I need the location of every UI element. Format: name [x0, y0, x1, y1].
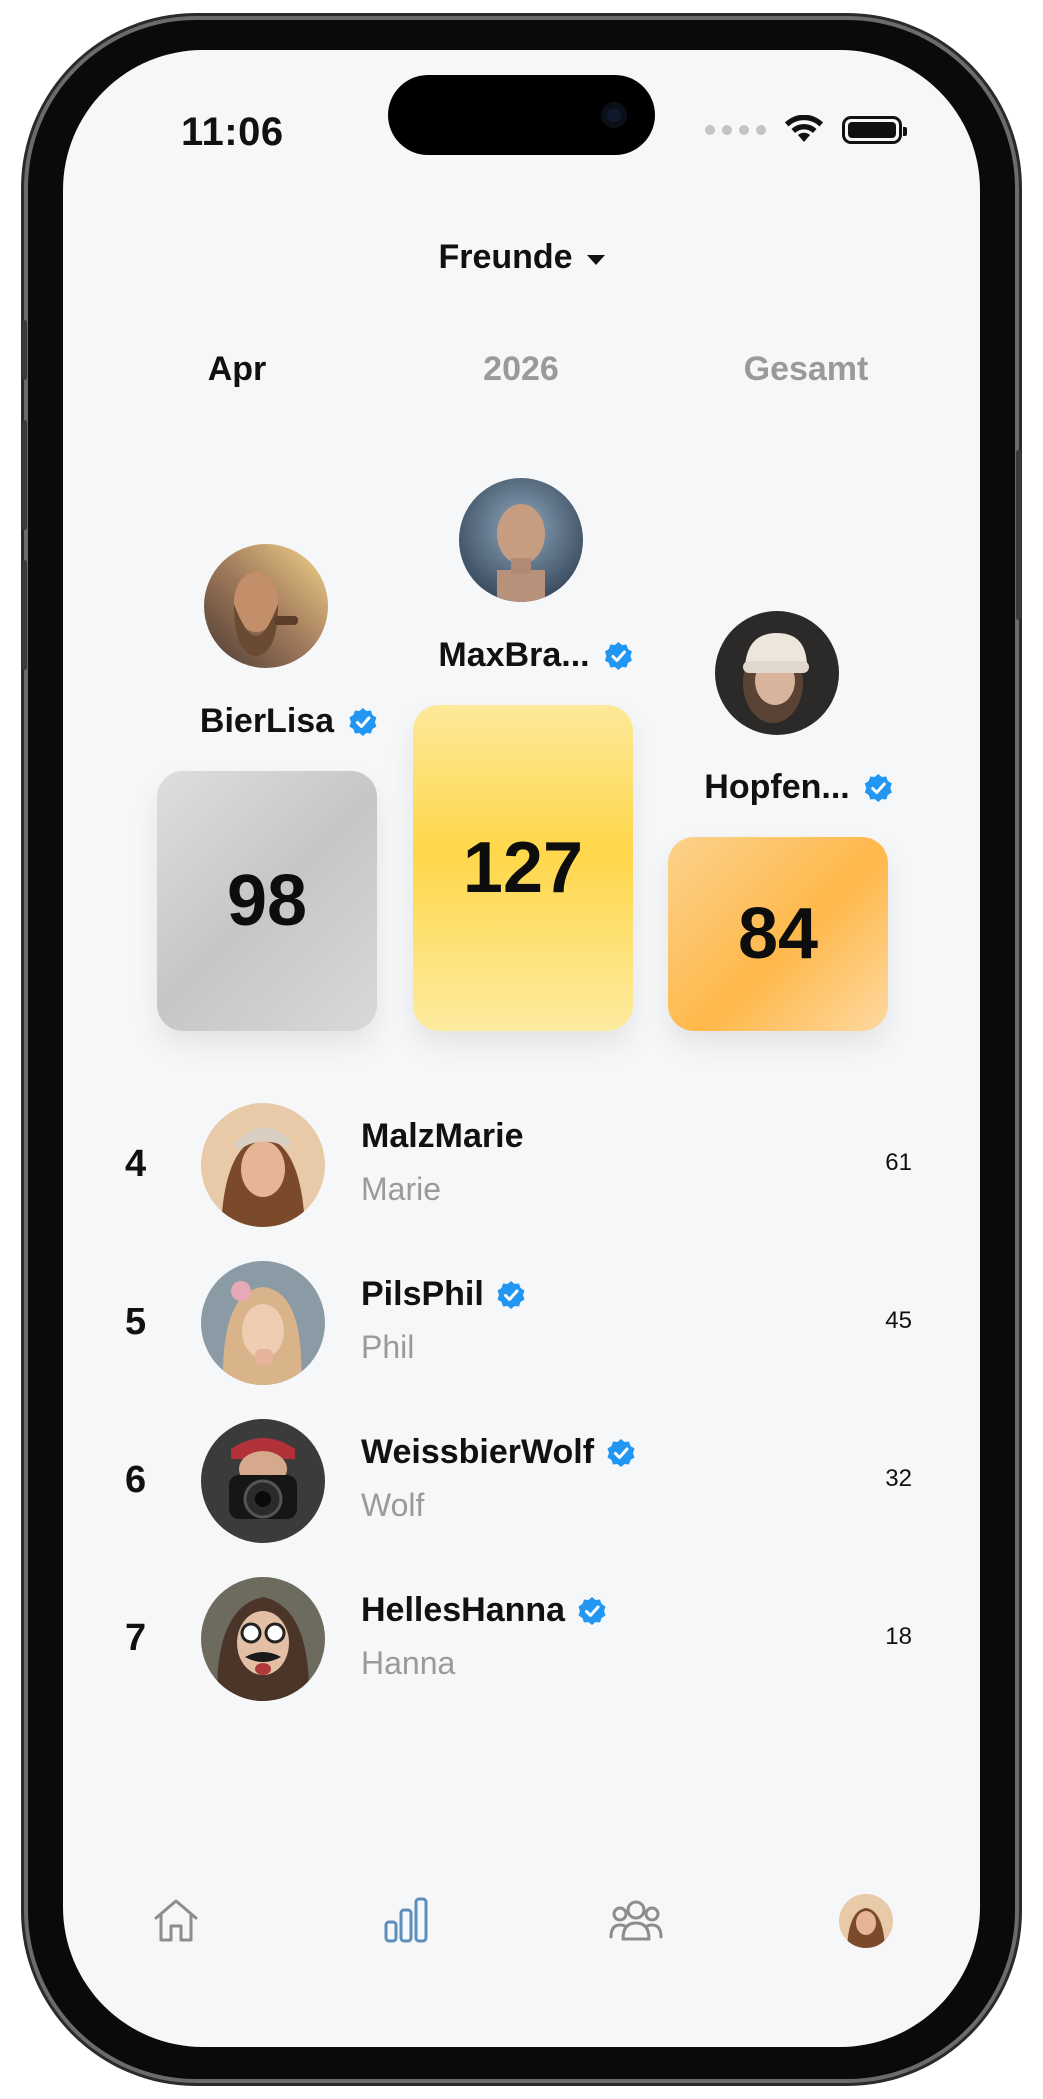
row-score: 45 [885, 1307, 912, 1334]
leaderboard-row[interactable]: 7 HellesHanna Hanna 18 [63, 1577, 980, 1707]
podium-first-username: MaxBra... [438, 636, 590, 674]
tab-friends[interactable] [606, 1890, 666, 1950]
volume-up-button [22, 420, 27, 530]
row-score: 61 [885, 1149, 912, 1176]
action-button [22, 320, 27, 380]
leaderboard-icon [384, 1897, 428, 1943]
battery-icon [842, 116, 907, 144]
row-real-name: Phil [361, 1329, 415, 1365]
tab-month[interactable]: Apr [208, 350, 267, 389]
row-real-name: Hanna [361, 1645, 456, 1681]
profile-avatar [839, 1894, 893, 1948]
row-rank: 6 [125, 1459, 147, 1501]
period-tabs: Apr 2026 Gesamt [63, 350, 980, 400]
wifi-icon [785, 115, 823, 142]
podium-third-name[interactable]: Hopfen... [704, 768, 893, 807]
row-username-text: WeissbierWolf [361, 1433, 595, 1471]
podium-second-score: 98 [226, 861, 308, 941]
signal-icon [705, 125, 766, 135]
app-screen: 11:06 Freunde Apr 2026 Gesamt MaxBra... [63, 50, 980, 2047]
status-indicators [705, 115, 907, 145]
row-rank: 7 [125, 1617, 147, 1659]
user-avatar [201, 1419, 325, 1543]
row-score: 18 [885, 1623, 912, 1650]
row-rank: 4 [125, 1143, 147, 1185]
row-real-name: Marie [361, 1171, 442, 1207]
podium-first-avatar[interactable] [459, 478, 583, 602]
friends-icon [609, 1900, 663, 1941]
status-time: 11:06 [181, 110, 284, 154]
user-avatar [201, 1103, 325, 1227]
volume-down-button [22, 560, 27, 670]
podium-second-username: BierLisa [199, 702, 335, 740]
podium-second-avatar[interactable] [204, 544, 328, 668]
row-username: PilsPhil [361, 1275, 526, 1314]
row-username: WeissbierWolf [361, 1433, 636, 1472]
user-avatar [201, 1577, 325, 1701]
verified-badge-icon [497, 1280, 525, 1309]
podium-first-name[interactable]: MaxBra... [438, 636, 633, 675]
podium-second-name[interactable]: BierLisa [200, 702, 378, 741]
tab-leaderboard[interactable] [376, 1890, 436, 1950]
row-score: 32 [885, 1465, 912, 1492]
home-icon [154, 1899, 198, 1942]
podium-first-block: 127 [413, 705, 633, 1031]
group-selector[interactable]: Freunde [63, 238, 980, 277]
row-username: HellesHanna [361, 1591, 607, 1630]
podium-first-score: 127 [462, 828, 584, 908]
podium-third-username: Hopfen... [704, 768, 850, 806]
verified-badge-icon [607, 1438, 635, 1467]
side-button [1016, 450, 1021, 620]
podium-second-block: 98 [157, 771, 377, 1031]
row-username: MalzMarie [361, 1117, 524, 1156]
verified-badge-icon [349, 707, 377, 736]
verified-badge-icon [605, 641, 633, 670]
chevron-down-icon [586, 254, 605, 265]
leaderboard-row[interactable]: 5 PilsPhil Phil 45 [63, 1261, 980, 1391]
tab-profile[interactable] [839, 1894, 893, 1948]
dynamic-island [388, 75, 655, 155]
verified-badge-icon [865, 773, 893, 802]
front-camera [601, 102, 627, 128]
verified-badge-icon [578, 1596, 606, 1625]
leaderboard-row[interactable]: 4 MalzMarie Marie 61 [63, 1103, 980, 1233]
podium-third-avatar[interactable] [715, 611, 839, 735]
row-rank: 5 [125, 1301, 147, 1343]
tab-year[interactable]: 2026 [483, 350, 559, 389]
tab-total[interactable]: Gesamt [744, 350, 869, 389]
row-username-text: MalzMarie [361, 1117, 524, 1155]
leaderboard-row[interactable]: 6 WeissbierWolf Wolf 32 [63, 1419, 980, 1549]
row-real-name: Wolf [361, 1487, 425, 1523]
bottom-tab-bar [63, 1890, 980, 1970]
row-username-text: PilsPhil [361, 1275, 484, 1313]
podium-third-score: 84 [737, 894, 819, 974]
row-username-text: HellesHanna [361, 1591, 566, 1629]
group-selector-label: Freunde [438, 238, 573, 276]
user-avatar [201, 1261, 325, 1385]
tab-home[interactable] [146, 1890, 206, 1950]
podium-third-block: 84 [668, 837, 888, 1031]
